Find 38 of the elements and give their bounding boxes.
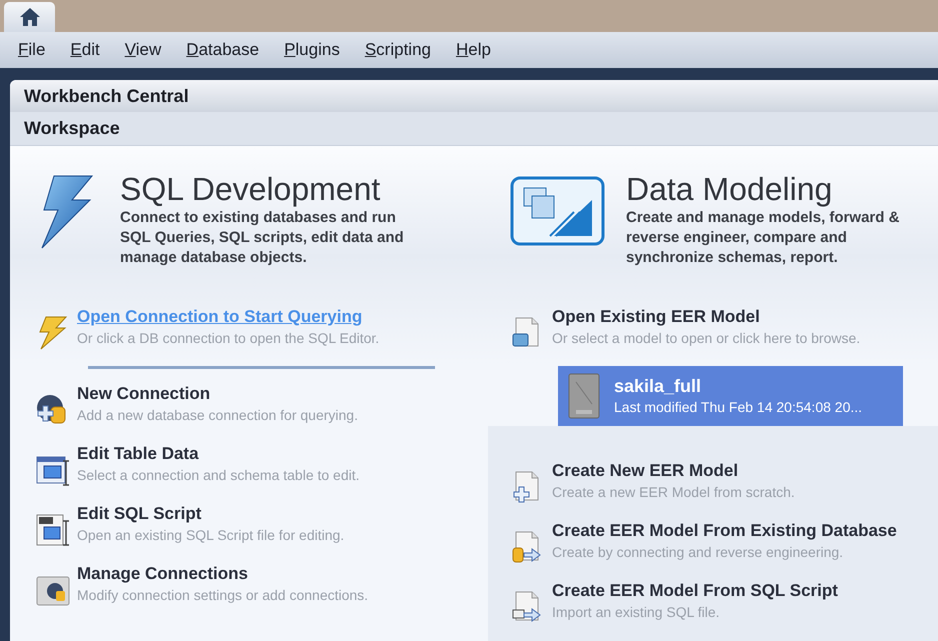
- menu-item[interactable]: Database: [186, 37, 260, 63]
- section-description: Connect to existing databases and run SQL Queries, SQL scripts, edit data and manage database objects.: [120, 208, 405, 268]
- action-description: Select a connection and schema table to edit.: [77, 466, 360, 485]
- action-link[interactable]: Edit Table Data: [77, 443, 360, 465]
- menu-item[interactable]: File: [18, 37, 46, 63]
- home-icon: [18, 7, 40, 27]
- menu-item[interactable]: Help: [456, 37, 491, 63]
- action-description: Add a new database connection for querying.: [77, 406, 358, 425]
- menu-item[interactable]: View: [124, 37, 162, 63]
- action-description: Open an existing SQL Script file for editing.: [77, 526, 344, 545]
- action-link[interactable]: Open Existing EER Model: [552, 306, 860, 328]
- script-edit-icon: [35, 513, 71, 547]
- action-link[interactable]: Create EER Model From SQL Script: [552, 580, 838, 602]
- action-description: Create by connecting and reverse engineering.: [552, 543, 844, 562]
- action-link[interactable]: Create EER Model From Existing Database: [552, 520, 897, 542]
- section-description: Create and manage models, forward & reverse engineer, compare and synchronize schemas, report.: [626, 208, 900, 268]
- action-link[interactable]: New Connection: [77, 383, 358, 405]
- action-description: Import an existing SQL file.: [552, 603, 721, 622]
- menu-item[interactable]: Plugins: [284, 37, 340, 63]
- model-modified-date: Last modified Thu Feb 14 20:54:08 20...: [614, 398, 862, 417]
- workspace-header: Workspace: [10, 112, 938, 146]
- section-title: Data Modeling: [626, 170, 834, 208]
- action-link[interactable]: Manage Connections: [77, 563, 368, 585]
- panel-header: Workbench Central: [10, 80, 938, 112]
- action-link[interactable]: Edit SQL Script: [77, 503, 344, 525]
- action-link[interactable]: Create New EER Model: [552, 460, 795, 482]
- action-description: Create a new EER Model from scratch.: [552, 483, 795, 502]
- action-description: Or click a DB connection to open the SQL Editor.: [77, 329, 380, 348]
- home-tab[interactable]: [4, 2, 55, 32]
- menu-item[interactable]: Scripting: [364, 37, 431, 63]
- diagram-icon: [510, 176, 605, 246]
- action-description: Modify connection settings or add connections.: [77, 586, 368, 605]
- action-description: Or select a model to open or click here to browse.: [552, 329, 860, 348]
- model-tile[interactable]: sakila_full Last modified Thu Feb 14 20:54:08 20...: [558, 366, 903, 426]
- lightning-bolt-icon: [38, 316, 68, 350]
- model-name: sakila_full: [614, 375, 702, 397]
- section-title: SQL Development: [120, 170, 382, 208]
- menu-item[interactable]: Edit: [70, 37, 100, 63]
